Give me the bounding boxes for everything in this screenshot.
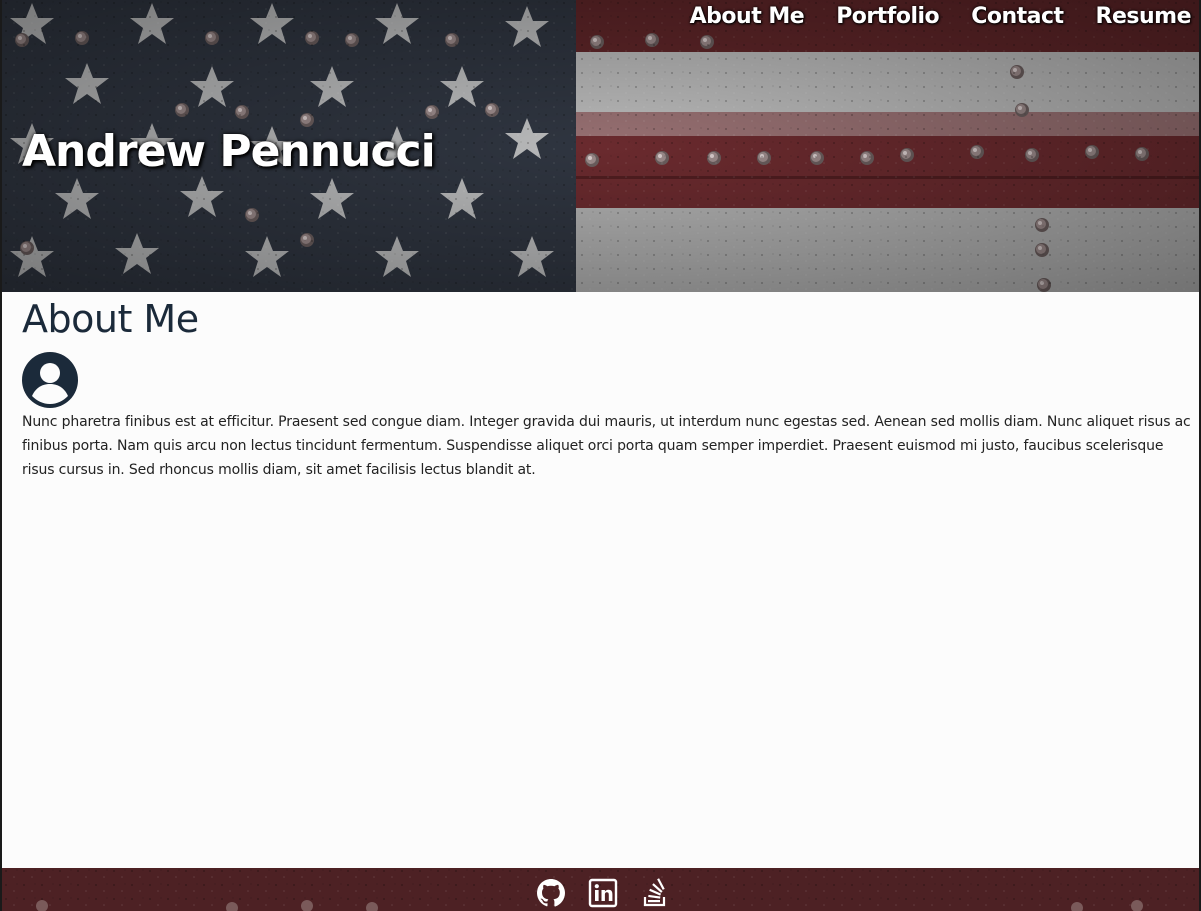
bio-text: Nunc pharetra finibus est at efficitur. … (22, 414, 1191, 478)
hero-banner: About Me Portfolio Contact Resume Andrew… (2, 0, 1199, 292)
site-title: Andrew Pennucci (22, 126, 436, 177)
user-circle-icon (22, 352, 78, 408)
footer (2, 868, 1199, 911)
nav-resume[interactable]: Resume (1096, 4, 1192, 29)
nav-about-me[interactable]: About Me (690, 4, 805, 29)
page: About Me Portfolio Contact Resume Andrew… (0, 0, 1201, 911)
section-title: About Me (22, 297, 199, 341)
nav-portfolio[interactable]: Portfolio (836, 4, 940, 29)
about-section: About Me Nunc pharetra finibus est at ef… (22, 292, 1194, 482)
nav-contact[interactable]: Contact (971, 4, 1064, 29)
stackoverflow-icon[interactable] (640, 878, 670, 908)
top-nav: About Me Portfolio Contact Resume (690, 4, 1192, 29)
github-icon[interactable] (536, 878, 566, 908)
social-links (536, 878, 670, 908)
linkedin-icon[interactable] (588, 878, 618, 908)
